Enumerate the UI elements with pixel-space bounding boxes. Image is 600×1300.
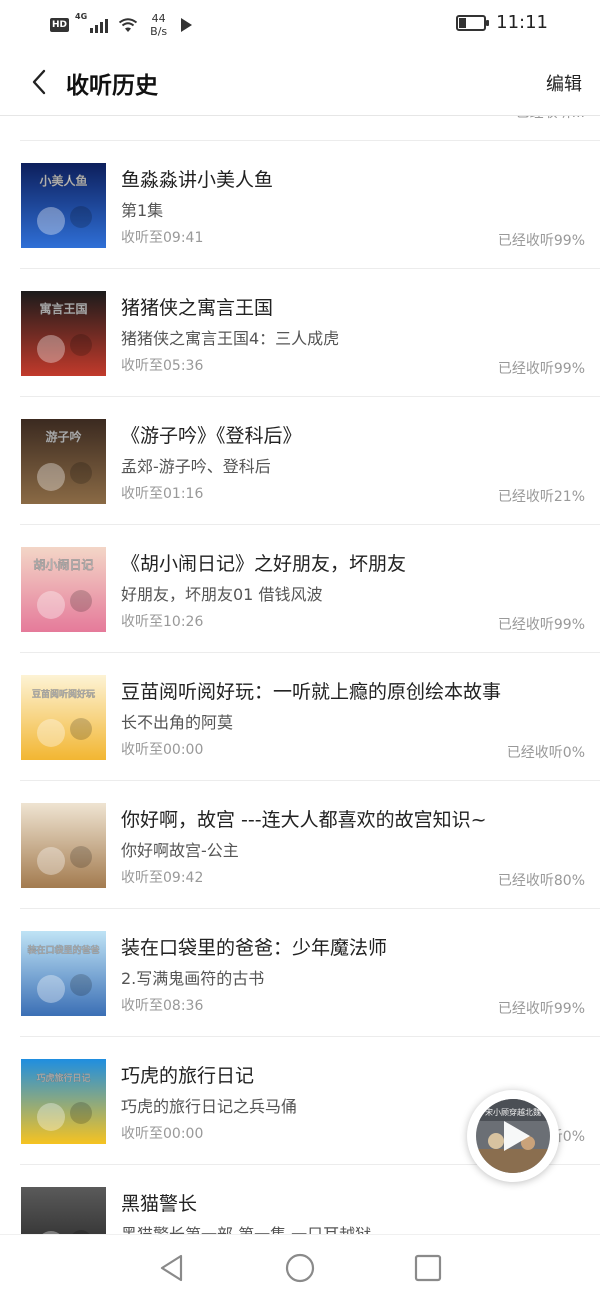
history-item[interactable]: 你好啊，故宫 ---连大人都喜欢的故宫知识~ 你好啊故宫-公主 收听至09:42 已经… (20, 781, 600, 909)
cover-image: 巧虎旅行日记 (21, 1059, 106, 1144)
item-title: 《胡小闹日记》之好朋友，坏朋友 (121, 553, 407, 575)
system-nav-bar (0, 1234, 600, 1300)
page-title: 收听历史 (66, 73, 158, 99)
history-list-viewport[interactable]: 已经收听...小美人鱼鱼淼淼讲小美人鱼第1集收听至09:41已经收听99%寓言王… (0, 116, 600, 1234)
history-item[interactable]: 已经收听... (20, 116, 600, 141)
item-title: 《游子吟》《登科后》 (121, 425, 302, 447)
floating-player-cover: 宋小顾穿越北魏 (476, 1099, 550, 1173)
item-subtitle: 长不出角的阿莫 (121, 713, 234, 732)
app-header: 收听历史 编辑 (0, 52, 600, 112)
history-item[interactable]: 小美人鱼 鱼淼淼讲小美人鱼 第1集收听至09:41 已经收听99% (20, 141, 600, 269)
item-subtitle: 黑猫警长第一部 第一集 一只耳越狱 (121, 1221, 371, 1234)
item-listen-time: 收听至01:16 (121, 486, 204, 502)
play-icon (504, 1121, 530, 1151)
cover-text: 游子吟 (45, 429, 81, 444)
cover-image: 豆苗阅听阅好玩 (21, 675, 106, 760)
cover-image: 胡小闹日记 (21, 547, 106, 632)
nav-home-button[interactable] (284, 1252, 316, 1284)
status-left: HD 4G 44 B/s (50, 12, 193, 38)
item-title: 猪猪侠之寓言王国 (121, 297, 274, 319)
triangle-back-icon (160, 1254, 183, 1282)
history-item[interactable]: 豆苗阅听阅好玩 豆苗阅听阅好玩：一听就上瘾的原创绘本故事 长不出角的阿莫 收听至00:… (20, 653, 600, 781)
item-progress: 已经收听0% (506, 745, 585, 761)
item-listen-time: 收听至10:26 (121, 614, 204, 630)
item-subtitle: 你好啊故宫-公主 (121, 841, 239, 860)
back-button[interactable] (28, 68, 52, 96)
cover-text: 巧虎旅行日记 (36, 1072, 90, 1084)
cover-text: 寓言王国 (39, 301, 87, 316)
item-title: 鱼淼淼讲小美人鱼 (121, 169, 274, 191)
network-speed: 44 B/s (150, 12, 167, 38)
history-list: 已经收听...小美人鱼鱼淼淼讲小美人鱼第1集收听至09:41已经收听99%寓言王… (0, 116, 600, 1234)
item-progress: 已经收听80% (497, 873, 585, 889)
item-listen-time: 收听至00:00 (121, 742, 204, 758)
battery-fill (459, 17, 467, 28)
cover-text: 小美人鱼 (39, 173, 87, 188)
item-subtitle: 第1集 (121, 201, 164, 220)
nav-back-button[interactable] (156, 1252, 188, 1284)
cover-text: 豆苗阅听阅好玩 (32, 688, 95, 700)
item-progress: 已经收听21% (497, 489, 585, 505)
speed-value: 44 (151, 12, 166, 25)
floating-player-button[interactable]: 宋小顾穿越北魏 (467, 1090, 559, 1182)
item-listen-time: 收听至09:42 (121, 870, 204, 886)
item-listen-time: 收听至09:41 (121, 230, 204, 246)
speed-unit: B/s (150, 25, 168, 38)
item-subtitle: 好朋友，坏朋友01 借钱风波 (121, 585, 323, 604)
network-type: 4G (75, 12, 88, 21)
status-right: 11:11 (456, 12, 548, 33)
item-progress: 已经收听99% (497, 617, 585, 633)
item-subtitle: 孟郊-游子吟、登科后 (121, 457, 271, 476)
status-bar: HD 4G 44 B/s 11:11 (0, 0, 600, 48)
history-item[interactable]: 胡小闹日记 《胡小闹日记》之好朋友，坏朋友 好朋友，坏朋友01 借钱风波 收听至10:… (20, 525, 600, 653)
item-listen-time: 收听至00:00 (121, 1126, 204, 1142)
item-listen-time: 收听至08:36 (121, 998, 204, 1014)
history-item[interactable]: 游子吟 《游子吟》《登科后》 孟郊-游子吟、登科后 收听至01:16 已经收听21% (20, 397, 600, 525)
item-progress: 已经收听99% (497, 233, 585, 249)
cover-image: 游子吟 (21, 419, 106, 504)
item-title: 装在口袋里的爸爸：少年魔法师 (121, 937, 388, 959)
cover-text: 胡小闹日记 (33, 557, 93, 572)
battery-icon (456, 14, 490, 31)
item-title: 黑猫警长 (121, 1193, 198, 1215)
history-item[interactable]: 寓言王国 猪猪侠之寓言王国猪猪侠之寓言王国4：三人成虎 收听至05:36 已经收听99… (20, 269, 600, 397)
item-subtitle: 巧虎的旅行日记之兵马俑 (121, 1097, 298, 1116)
status-time: 11:11 (496, 12, 548, 33)
cover-image (21, 803, 106, 888)
item-title: 你好啊，故宫 ---连大人都喜欢的故宫知识~ (121, 809, 487, 831)
circle-home-icon (285, 1253, 315, 1283)
cover-text: 装在口袋里的爸爸 (26, 944, 99, 956)
item-progress: 已经收听99% (497, 1001, 585, 1017)
cover-image: 装在口袋里的爸爸 (21, 931, 106, 1016)
chevron-left-icon (32, 69, 46, 95)
wifi-icon (119, 18, 138, 32)
square-recent-icon (414, 1254, 442, 1282)
history-item[interactable]: 装在口袋里的爸爸 装在口袋里的爸爸：少年魔法师 2.写满鬼画符的古书 收听至08:36… (20, 909, 600, 1037)
item-title: 豆苗阅听阅好玩：一听就上瘾的原创绘本故事 (121, 681, 502, 703)
item-subtitle: 猪猪侠之寓言王国4：三人成虎 (121, 329, 340, 348)
media-playing-icon (181, 18, 193, 32)
item-subtitle: 2.写满鬼画符的古书 (121, 969, 265, 988)
item-listen-time: 收听至05:36 (121, 358, 204, 374)
item-progress: 已经收听... (516, 116, 585, 122)
cover-image: 小美人鱼 (21, 163, 106, 248)
item-progress: 已经收听99% (497, 361, 585, 377)
edit-button[interactable]: 编辑 (546, 70, 582, 96)
hd-badge: HD (50, 18, 70, 32)
cover-image (21, 1187, 106, 1234)
cover-image: 寓言王国 (21, 291, 106, 376)
signal-icon (90, 17, 109, 33)
item-title: 巧虎的旅行日记 (121, 1065, 255, 1087)
nav-recent-button[interactable] (412, 1252, 444, 1284)
